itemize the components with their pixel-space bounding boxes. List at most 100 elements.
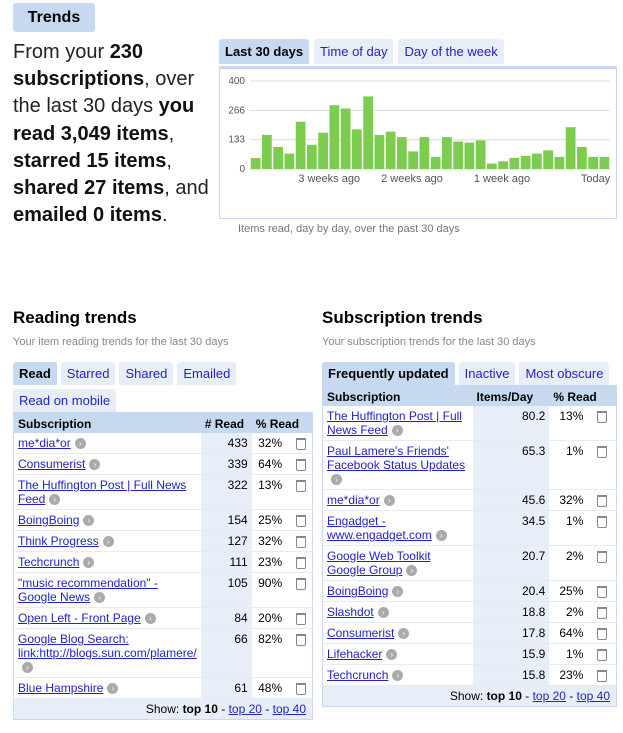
trash-icon[interactable] — [296, 514, 307, 527]
subscription-top-40-link[interactable]: top 40 — [577, 689, 610, 703]
chart-bar — [273, 147, 283, 169]
subscription-link[interactable]: BoingBoing — [18, 513, 79, 527]
subscription-top-20-link[interactable]: top 20 — [533, 689, 566, 703]
expand-arrow-icon[interactable]: › — [435, 530, 447, 542]
tab-day-of-week[interactable]: Day of the week — [398, 39, 504, 64]
trash-icon[interactable] — [296, 437, 307, 450]
expand-arrow-icon[interactable]: › — [406, 565, 418, 577]
trash-icon[interactable] — [597, 627, 608, 640]
row-count: 15.8 — [472, 664, 550, 686]
table-row: BoingBoing › 20.4 25% — [322, 580, 617, 602]
table-row: me*dia*or › 433 32% — [13, 433, 313, 454]
row-pct: 23% — [549, 664, 588, 686]
chart-bar — [442, 137, 452, 169]
row-count: 15.9 — [472, 643, 550, 665]
trash-icon[interactable] — [597, 515, 608, 528]
row-count: 65.3 — [472, 440, 550, 490]
chart-bar — [352, 129, 362, 169]
tab-most-obscure[interactable]: Most obscure — [519, 362, 610, 385]
subscription-link[interactable]: me*dia*or — [18, 436, 71, 450]
tab-last-30-days[interactable]: Last 30 days — [219, 39, 310, 64]
expand-arrow-icon[interactable]: › — [391, 425, 403, 437]
trash-icon[interactable] — [597, 445, 608, 458]
expand-arrow-icon[interactable]: › — [22, 662, 33, 674]
expand-arrow-icon[interactable]: › — [83, 557, 95, 569]
trash-icon[interactable] — [597, 648, 608, 661]
expand-arrow-icon[interactable]: › — [102, 536, 114, 548]
tab-read[interactable]: Read — [13, 362, 57, 385]
chart-bar — [577, 147, 587, 169]
expand-arrow-icon[interactable]: › — [74, 438, 86, 450]
trash-icon[interactable] — [296, 577, 307, 590]
trash-icon[interactable] — [296, 479, 307, 492]
subscription-link[interactable]: Open Left - Front Page — [18, 611, 141, 625]
trash-icon[interactable] — [597, 550, 608, 563]
tab-read-on-mobile[interactable]: Read on mobile — [13, 389, 117, 412]
page-title: Trends — [13, 3, 95, 32]
expand-arrow-icon[interactable]: › — [392, 670, 404, 682]
trash-icon[interactable] — [296, 535, 307, 548]
subscription-link[interactable]: Think Progress — [18, 534, 99, 548]
trash-icon[interactable] — [296, 612, 307, 625]
expand-arrow-icon[interactable]: › — [386, 649, 398, 661]
subscription-link[interactable]: Consumerist — [327, 626, 394, 640]
expand-arrow-icon[interactable]: › — [392, 586, 404, 598]
tab-starred[interactable]: Starred — [60, 362, 116, 385]
expand-arrow-icon[interactable]: › — [331, 474, 342, 486]
chart-bar — [554, 156, 565, 169]
trash-icon[interactable] — [296, 682, 307, 695]
tab-time-of-day[interactable]: Time of day — [314, 39, 394, 64]
expand-arrow-icon[interactable]: › — [89, 459, 101, 471]
x-tick-label: 3 weeks ago — [298, 173, 360, 185]
tab-shared[interactable]: Shared — [119, 362, 174, 385]
chart-bar — [532, 153, 542, 169]
row-count: 339 — [200, 453, 252, 475]
trash-icon[interactable] — [597, 669, 608, 682]
subscription-link[interactable]: me*dia*or — [327, 493, 380, 507]
trends-summary: From your 230 subscriptions, over the la… — [13, 41, 209, 227]
expand-arrow-icon[interactable]: › — [377, 607, 389, 619]
expand-arrow-icon[interactable]: › — [83, 515, 95, 527]
subscription-link[interactable]: Engadget - www.engadget.com — [327, 514, 432, 542]
subscription-link[interactable]: Blue Hampshire — [18, 681, 103, 695]
subscription-link[interactable]: "music recommendation" - Google News — [18, 576, 158, 604]
subscription-link[interactable]: Techcrunch — [327, 668, 388, 682]
trash-icon[interactable] — [296, 556, 307, 569]
trash-icon[interactable] — [597, 410, 608, 423]
trash-icon[interactable] — [296, 458, 307, 471]
expand-arrow-icon[interactable]: › — [49, 494, 61, 506]
subscription-link[interactable]: Consumerist — [18, 457, 85, 471]
table-row: Engadget - www.engadget.com › 34.5 1% — [322, 510, 617, 546]
tab-frequently-updated[interactable]: Frequently updated — [322, 362, 455, 385]
expand-arrow-icon[interactable]: › — [398, 628, 410, 640]
row-count: 80.2 — [472, 406, 550, 441]
subscription-link[interactable]: Lifehacker — [327, 647, 382, 661]
trash-icon[interactable] — [296, 633, 307, 646]
trash-icon[interactable] — [597, 494, 608, 507]
table-row: Slashdot › 18.8 2% — [322, 601, 617, 623]
chart-bar — [307, 144, 317, 169]
expand-arrow-icon[interactable]: › — [144, 613, 156, 625]
trash-icon[interactable] — [597, 606, 608, 619]
expand-arrow-icon[interactable]: › — [94, 592, 106, 604]
y-tick-label: 133 — [228, 135, 245, 146]
subscription-tabs: Frequently updated Inactive Most obscure — [322, 362, 617, 385]
row-pct: 48% — [251, 677, 287, 699]
reading-top-40-link[interactable]: top 40 — [273, 702, 306, 716]
tab-emailed[interactable]: Emailed — [177, 362, 237, 385]
reading-top-20-link[interactable]: top 20 — [229, 702, 262, 716]
expand-arrow-icon[interactable]: › — [107, 683, 119, 695]
tab-inactive[interactable]: Inactive — [458, 362, 516, 385]
subscription-link[interactable]: Google Blog Search: link:http://blogs.su… — [18, 632, 197, 660]
subscription-link[interactable]: BoingBoing — [327, 584, 388, 598]
subscription-link[interactable]: Slashdot — [327, 605, 374, 619]
subscription-link[interactable]: Paul Lamere's Friends' Facebook Status U… — [327, 444, 465, 472]
chart-bar — [430, 156, 441, 169]
row-pct: 32% — [251, 433, 287, 454]
chart-bar — [340, 108, 351, 169]
subscription-link[interactable]: The Huffington Post | Full News Feed — [18, 478, 186, 506]
subscription-link[interactable]: Techcrunch — [18, 555, 79, 569]
table-row: Techcrunch › 15.8 23% — [322, 664, 617, 686]
trash-icon[interactable] — [597, 585, 608, 598]
expand-arrow-icon[interactable]: › — [383, 495, 395, 507]
